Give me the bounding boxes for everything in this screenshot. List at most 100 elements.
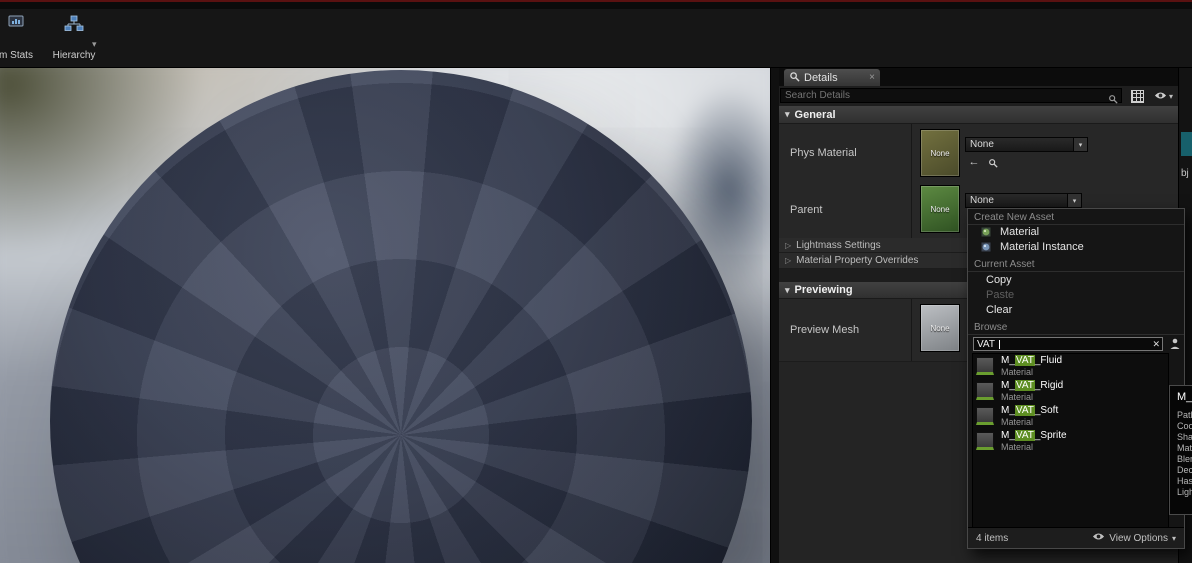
developers-filter-icon[interactable] bbox=[1168, 337, 1182, 351]
preview-mesh-label: Preview Mesh bbox=[779, 299, 912, 361]
asset-row-m-vat-sprite[interactable]: M_VAT_Sprite Material bbox=[973, 429, 1168, 454]
parent-combo[interactable]: None ▾ bbox=[965, 193, 1082, 208]
tooltip-line: Mate bbox=[1177, 443, 1192, 453]
parent-thumbnail[interactable]: None bbox=[920, 185, 960, 233]
browse-asset-icon[interactable] bbox=[986, 156, 1000, 169]
section-general-label: General bbox=[794, 108, 836, 121]
tooltip-line: Deca bbox=[1177, 465, 1192, 475]
clear-search-icon[interactable]: ✕ bbox=[1152, 339, 1160, 349]
asset-thumbnail bbox=[976, 407, 994, 425]
tooltip-line: Ligh bbox=[1177, 487, 1192, 497]
parent-label: Parent bbox=[779, 182, 912, 238]
search-match-highlight: VAT bbox=[1014, 405, 1035, 416]
menu-item-copy[interactable]: Copy bbox=[968, 273, 1184, 288]
asset-search-input[interactable] bbox=[974, 338, 1162, 350]
section-previewing-label: Previewing bbox=[794, 284, 853, 296]
collapsed-arrow-icon: ▷ bbox=[785, 256, 792, 265]
menu-item-material-label: Material bbox=[1000, 226, 1040, 238]
menu-item-clear[interactable]: Clear bbox=[968, 303, 1184, 318]
row-phys-material: Phys Material None None ▾ ← bbox=[779, 124, 1178, 183]
menu-item-paste: Paste bbox=[986, 289, 1015, 301]
use-selected-arrow-icon[interactable]: ← bbox=[967, 155, 981, 168]
asset-row-m-vat-rigid[interactable]: M_VAT_Rigid Material bbox=[973, 379, 1168, 404]
tooltip-line: Blen bbox=[1177, 454, 1192, 464]
platform-stats-button[interactable]: m Stats bbox=[0, 15, 38, 63]
asset-name: M_VAT_Rigid bbox=[1001, 380, 1064, 391]
details-tab-label: Details bbox=[804, 71, 838, 84]
search-match-highlight: VAT bbox=[1014, 430, 1035, 441]
phys-material-combo-value: None bbox=[970, 139, 994, 150]
main-toolbar: m Stats Hierarchy ▾ bbox=[0, 9, 1192, 68]
phys-material-value: None None ▾ ← bbox=[912, 124, 1178, 182]
chevron-down-icon: ▾ bbox=[1171, 533, 1176, 543]
asset-row-m-vat-soft[interactable]: M_VAT_Soft Material bbox=[973, 404, 1168, 429]
asset-picker-footer: 4 items View Options ▾ bbox=[968, 527, 1184, 548]
preview-mesh-thumbnail[interactable]: None bbox=[920, 304, 960, 352]
lightmass-settings-label: Lightmass Settings bbox=[796, 239, 881, 251]
asset-search-box[interactable]: ✕ bbox=[973, 337, 1163, 351]
tab-details[interactable]: Details × bbox=[784, 69, 880, 86]
details-view-options-button[interactable]: ▾ bbox=[1151, 89, 1176, 104]
asset-row-m-vat-fluid[interactable]: M_VAT_Fluid Material bbox=[973, 354, 1168, 379]
stats-icon bbox=[8, 15, 24, 33]
asset-count: 4 items bbox=[976, 532, 1009, 544]
menu-item-material[interactable]: Material bbox=[968, 225, 1184, 240]
search-match-highlight: VAT bbox=[1014, 380, 1035, 391]
menu-header-current-asset: Current Asset bbox=[968, 259, 1184, 272]
search-match-highlight: VAT bbox=[1014, 355, 1035, 366]
material-preview-viewport[interactable] bbox=[0, 68, 770, 563]
asset-thumbnail bbox=[976, 357, 994, 375]
asset-tooltip: M_ Patl Coo Sha Mate Blen Deca Has Ligh bbox=[1169, 385, 1192, 515]
hierarchy-dropdown-caret[interactable]: ▾ bbox=[92, 39, 97, 50]
tooltip-title: M_ bbox=[1177, 391, 1192, 403]
phys-material-combo[interactable]: None ▾ bbox=[965, 137, 1088, 152]
chevron-down-icon: ▾ bbox=[1073, 138, 1087, 151]
asset-type: Material bbox=[1001, 392, 1034, 402]
menu-header-browse: Browse bbox=[968, 322, 1184, 335]
eye-icon bbox=[1092, 532, 1105, 544]
hierarchy-icon bbox=[63, 15, 85, 35]
asset-picker-menu: Create New Asset Material Material Insta… bbox=[967, 208, 1185, 549]
asset-name: M_VAT_Fluid bbox=[1001, 355, 1063, 366]
property-matrix-button[interactable] bbox=[1128, 89, 1147, 104]
details-search-input[interactable] bbox=[781, 89, 1121, 102]
grid-icon bbox=[1131, 90, 1144, 103]
menu-item-material-instance[interactable]: Material Instance bbox=[968, 240, 1184, 255]
details-search[interactable] bbox=[780, 88, 1122, 104]
details-search-row: ▾ bbox=[779, 86, 1178, 107]
stats-button-label: m Stats bbox=[0, 50, 33, 61]
view-options-caret: ▾ bbox=[1168, 92, 1173, 101]
menu-strip bbox=[0, 2, 1192, 9]
view-options-label: View Options bbox=[1109, 532, 1168, 544]
eye-icon bbox=[1154, 91, 1167, 102]
tab-close-icon[interactable]: × bbox=[869, 72, 875, 83]
phys-material-thumb-text: None bbox=[930, 148, 950, 158]
parent-thumb-text: None bbox=[930, 204, 950, 214]
asset-name: M_VAT_Soft bbox=[1001, 405, 1059, 416]
asset-type: Material bbox=[1001, 442, 1034, 452]
collapsed-arrow-icon: ▷ bbox=[785, 240, 792, 250]
tooltip-line: Sha bbox=[1177, 432, 1192, 442]
menu-item-material-instance-label: Material Instance bbox=[1000, 241, 1084, 253]
menu-header-create-new-asset: Create New Asset bbox=[968, 212, 1184, 225]
chevron-down-icon: ▾ bbox=[1067, 194, 1081, 207]
tooltip-line: Patl bbox=[1177, 410, 1192, 420]
section-general[interactable]: ▾ General bbox=[779, 106, 1178, 124]
material-instance-asset-icon bbox=[980, 241, 992, 258]
section-expanded-icon: ▾ bbox=[785, 109, 790, 119]
asset-thumbnail bbox=[976, 382, 994, 400]
tooltip-line: Has bbox=[1177, 476, 1192, 486]
clipped-panel-text: bj bbox=[1181, 168, 1189, 179]
view-options-button[interactable]: View Options ▾ bbox=[1092, 532, 1176, 544]
asset-thumbnail bbox=[976, 432, 994, 450]
text-cursor bbox=[999, 340, 1000, 349]
asset-type: Material bbox=[1001, 417, 1034, 427]
asset-name: M_VAT_Sprite bbox=[1001, 430, 1067, 441]
parent-combo-value: None bbox=[970, 195, 994, 206]
phys-material-thumbnail[interactable]: None bbox=[920, 129, 960, 177]
phys-material-label: Phys Material bbox=[779, 124, 912, 182]
tooltip-line: Coo bbox=[1177, 421, 1192, 431]
docked-tab-fragment bbox=[1181, 132, 1192, 156]
asset-type: Material bbox=[1001, 367, 1034, 377]
section-expanded-icon: ▾ bbox=[785, 284, 790, 295]
